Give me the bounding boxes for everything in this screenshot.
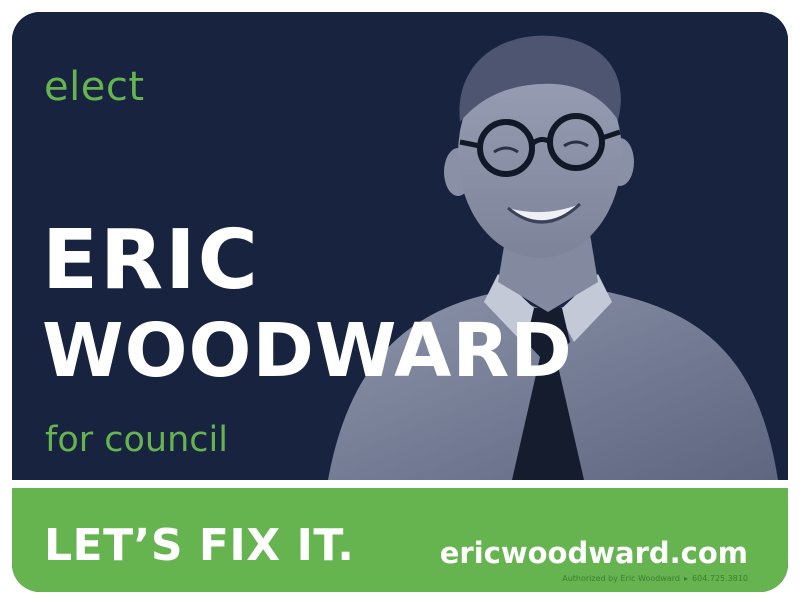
candidate-photo (328, 35, 778, 480)
bottom-panel: LET’S FIX IT. ericwoodward.com Authorize… (12, 488, 788, 592)
website-url: ericwoodward.com (439, 536, 748, 570)
top-panel: elect ERIC WOODWARD for council (12, 12, 788, 480)
authorized-by-text: Authorized by Eric Woodward (562, 574, 680, 583)
candidate-first-name: ERIC (42, 213, 260, 308)
phone-number: 604.725.3810 (692, 574, 748, 583)
for-council-text: for council (45, 420, 228, 460)
elect-text: elect (44, 64, 145, 110)
candidate-last-name: WOODWARD (42, 308, 573, 394)
campaign-sign: elect ERIC WOODWARD for council LET’S FI… (12, 12, 788, 592)
panel-divider (12, 480, 788, 488)
authorization-line: Authorized by Eric Woodward ▸ 604.725.3810 (562, 574, 748, 583)
separator-icon: ▸ (684, 574, 689, 583)
slogan: LET’S FIX IT. (44, 520, 355, 571)
